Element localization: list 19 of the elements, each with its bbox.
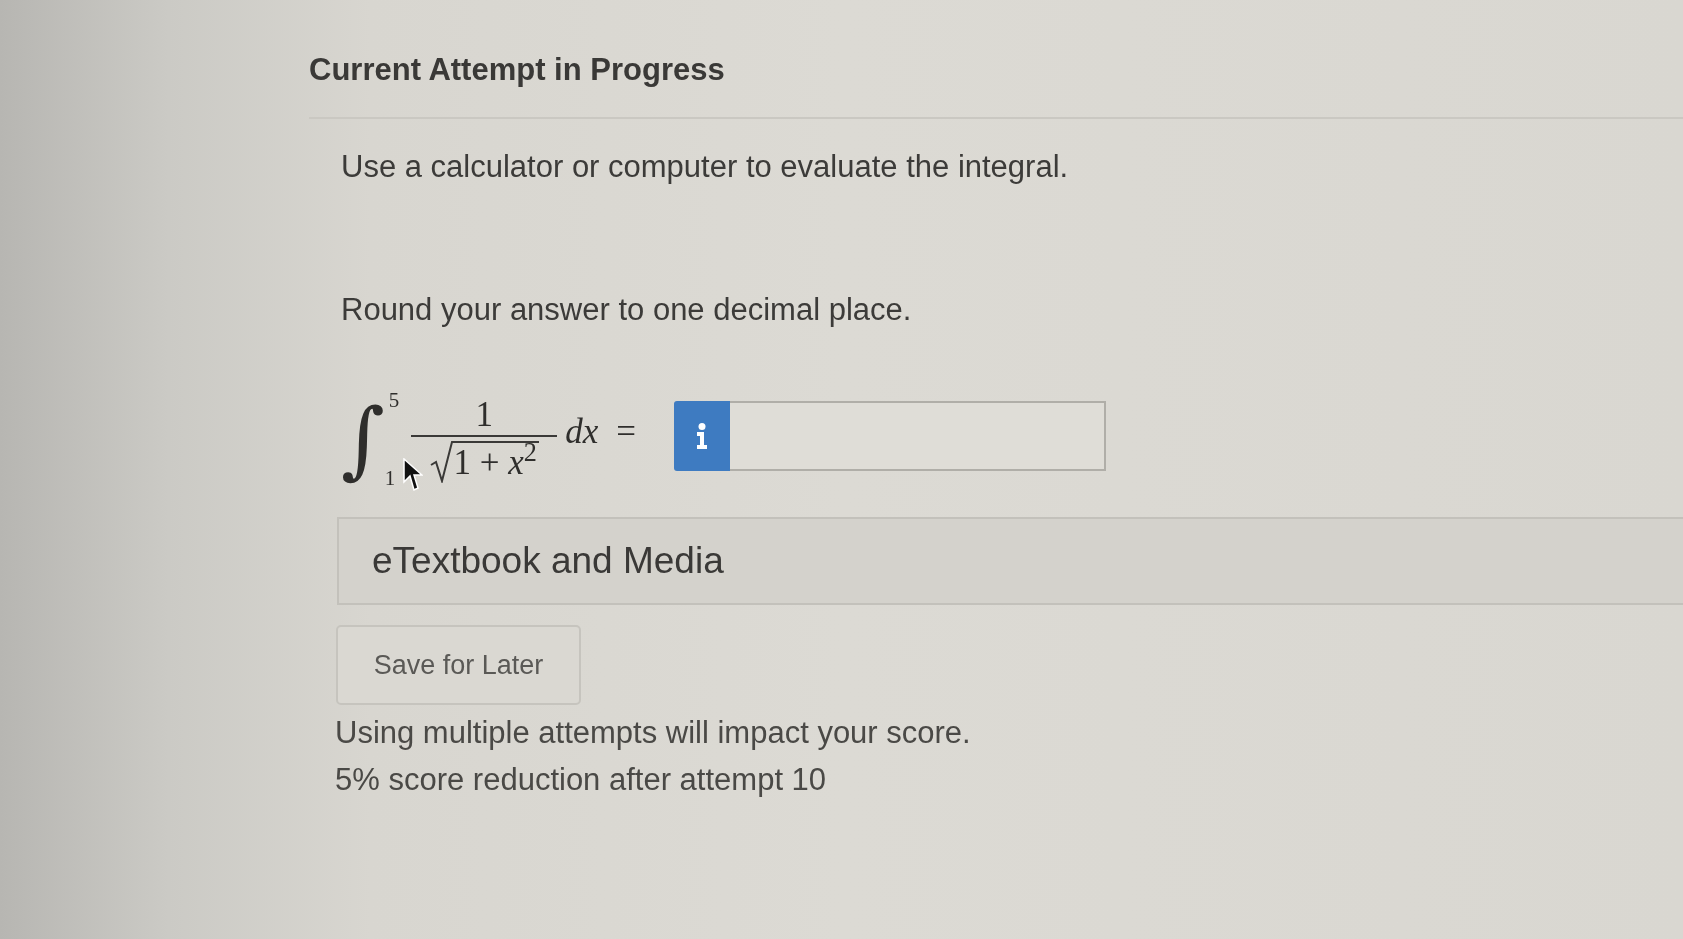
section-title: Current Attempt in Progress <box>309 51 725 89</box>
save-for-later-button[interactable]: Save for Later <box>336 625 581 705</box>
integral-sign: ∫ <box>341 389 385 489</box>
differential: dx <box>565 412 599 452</box>
upper-limit: 5 <box>388 389 400 411</box>
cursor-icon <box>403 458 423 492</box>
answer-field[interactable] <box>730 401 1107 471</box>
notice-text: Using multiple attempts will impact your score. <box>335 714 971 752</box>
numerator: 1 <box>475 395 493 435</box>
info-icon <box>696 423 709 449</box>
equals-sign: = <box>616 412 637 452</box>
instruction-text: Use a calculator or computer to evaluate the integral. <box>341 148 1069 186</box>
radicand: 1 + x$^{2}$ <box>453 441 539 483</box>
radical-sign-icon <box>429 441 454 483</box>
section-header[interactable]: eTextbook and Media <box>372 539 724 583</box>
info-button[interactable] <box>674 401 731 471</box>
lower-limit: 1 <box>384 467 396 489</box>
instruction-text: Round your answer to one decimal place. <box>341 291 912 329</box>
notice-text: 5% score reduction after attempt 10 <box>335 761 827 799</box>
